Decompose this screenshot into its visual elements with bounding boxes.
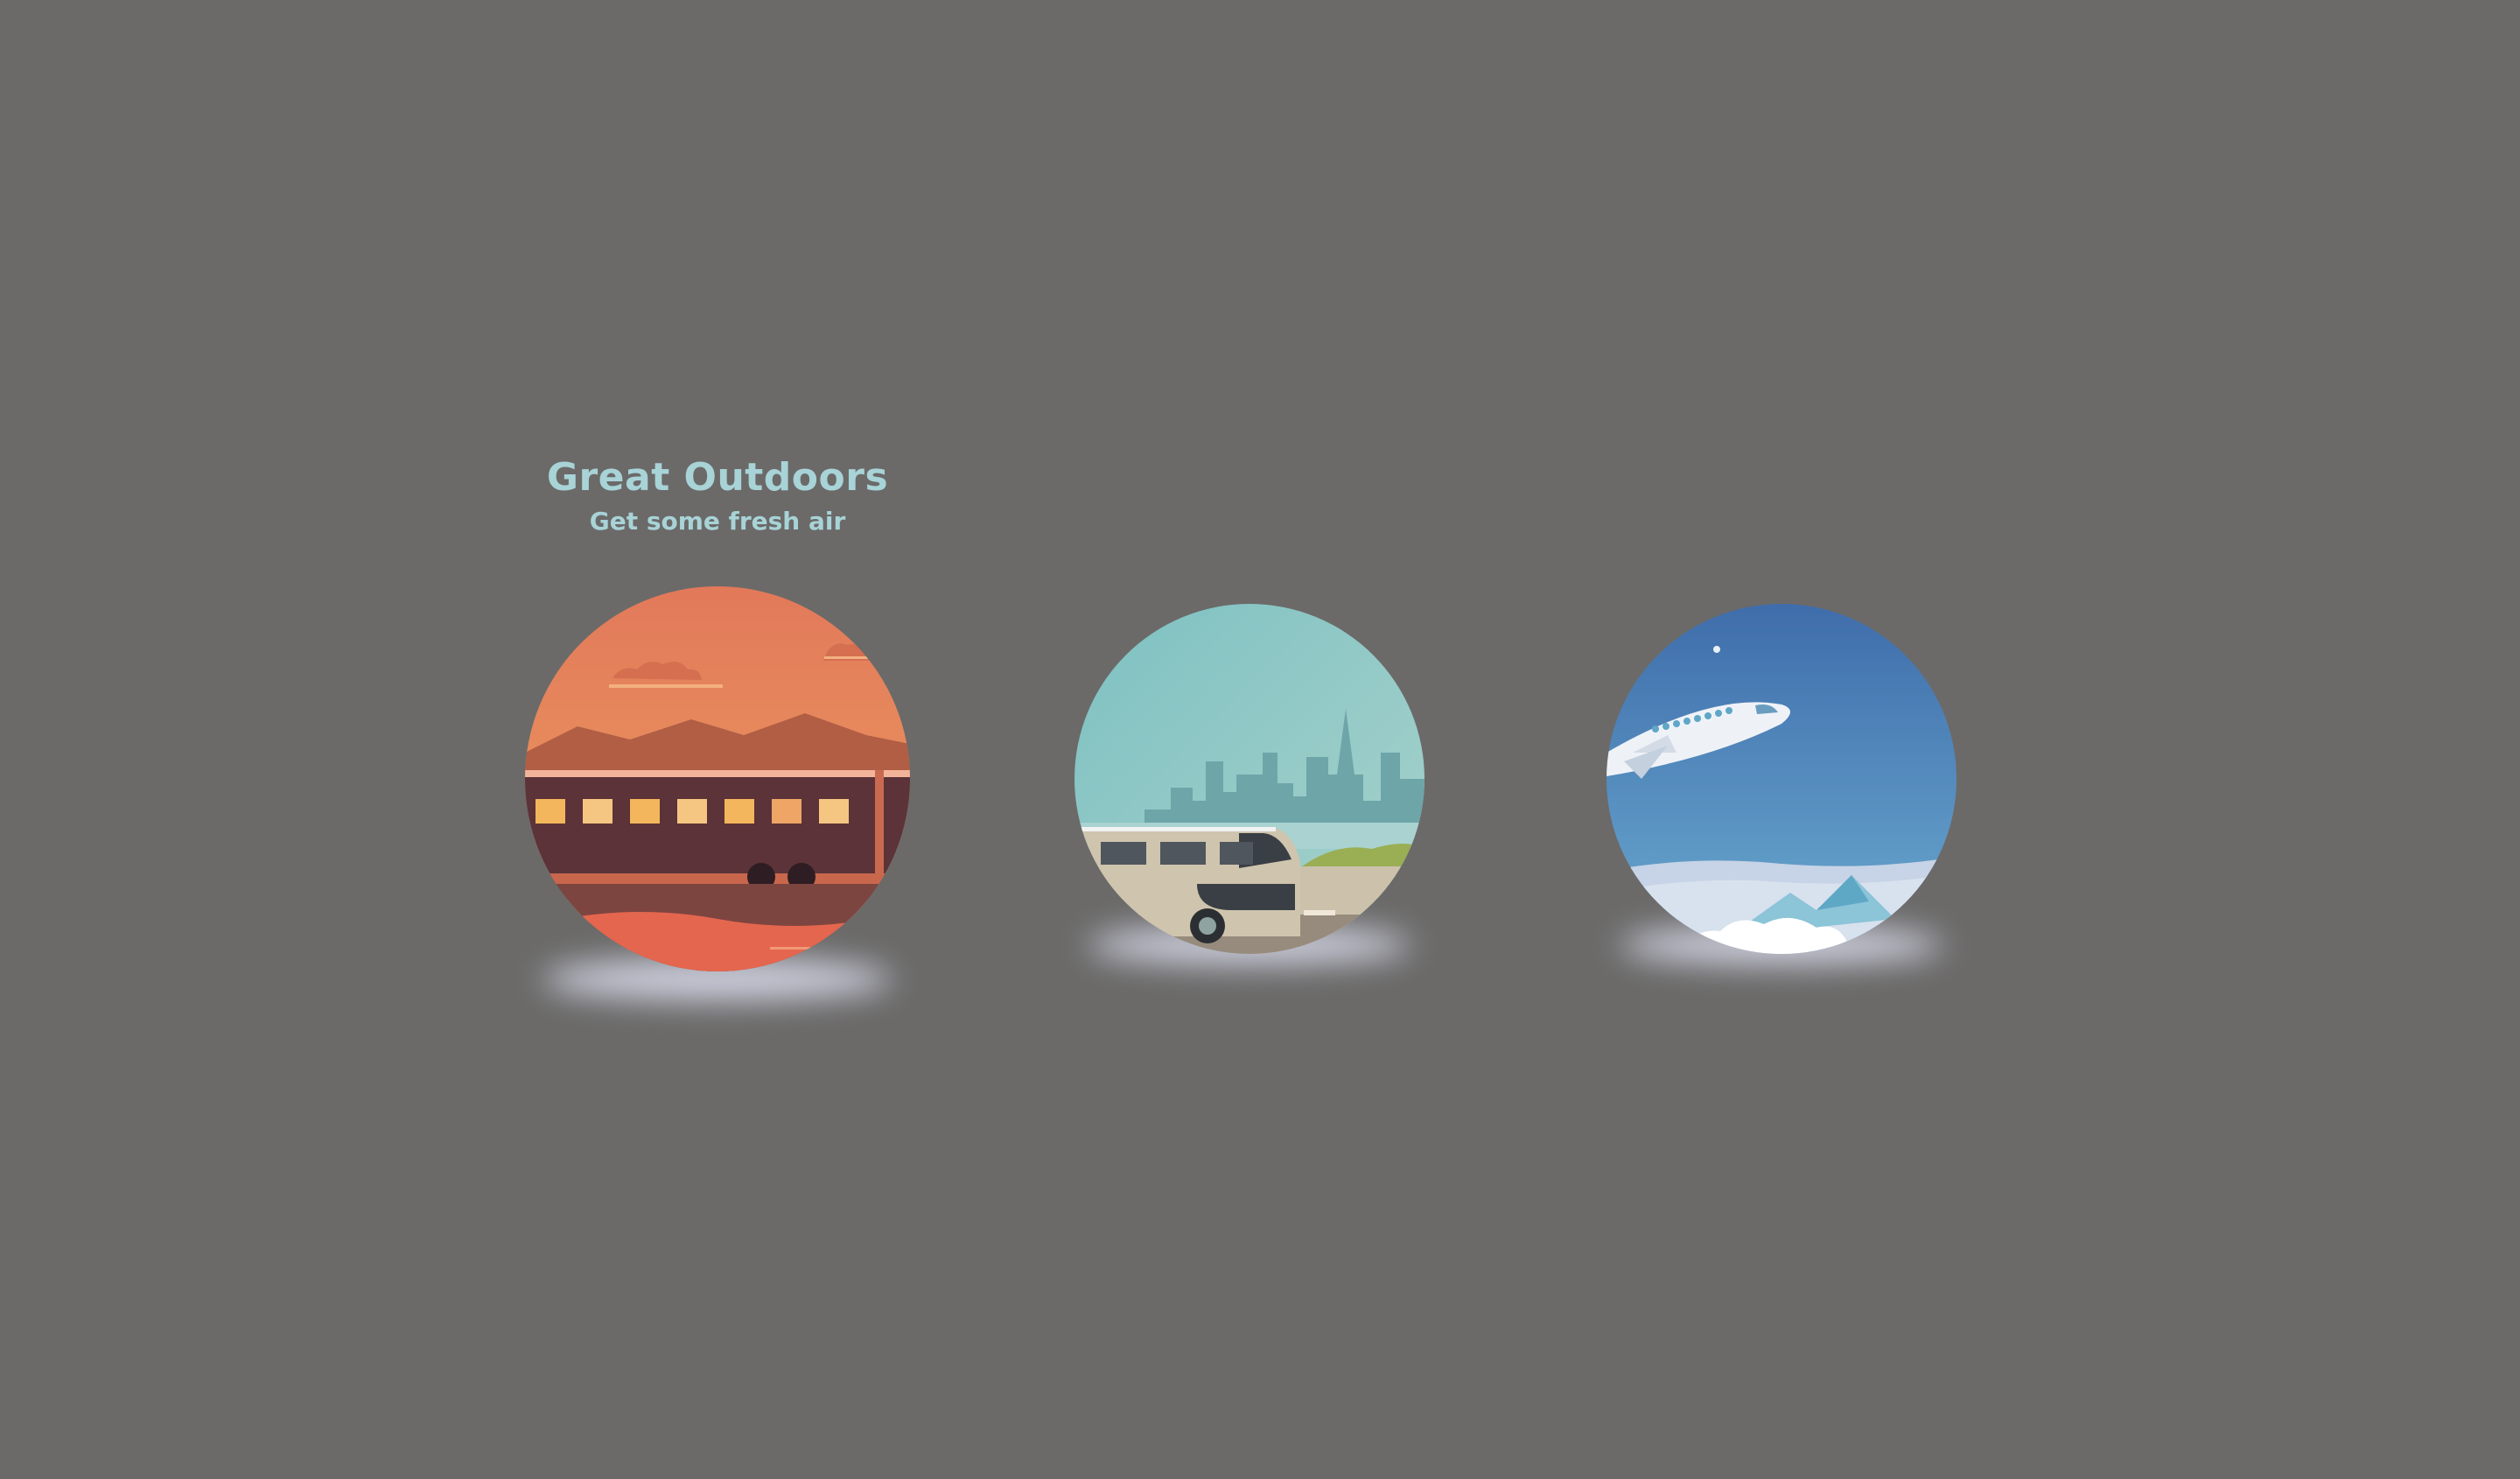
card-title: Great Outdoors — [546, 455, 889, 500]
bus-card[interactable] — [1074, 604, 1424, 980]
train-card[interactable]: Great Outdoors Get some fresh air — [525, 455, 910, 1015]
bus-illustration — [1074, 604, 1424, 954]
plane-illustration — [1606, 604, 1956, 954]
card-subtitle: Get some fresh air — [589, 507, 846, 536]
plane-card[interactable] — [1606, 604, 1956, 980]
train-illustration — [525, 586, 910, 971]
train-caption: Great Outdoors Get some fresh air — [525, 455, 910, 536]
